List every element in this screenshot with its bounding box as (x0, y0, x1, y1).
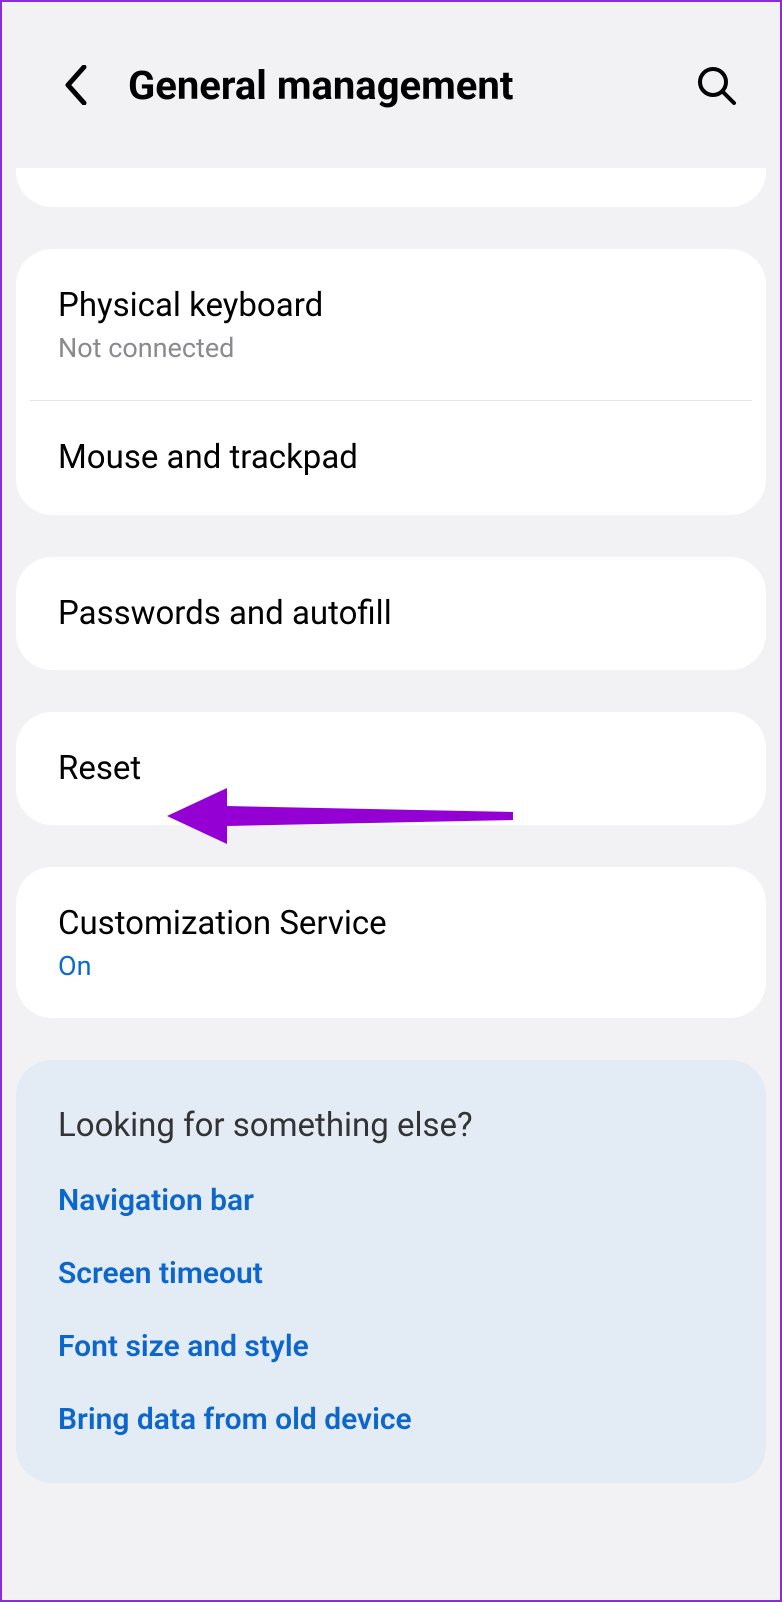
suggestion-link-nav-bar[interactable]: Navigation bar (58, 1183, 724, 1218)
item-subtext: Not connected (58, 332, 724, 364)
item-label: Customization Service (58, 903, 724, 944)
search-icon[interactable] (692, 61, 740, 109)
suggestion-link-font[interactable]: Font size and style (58, 1329, 724, 1364)
item-label: Mouse and trackpad (58, 437, 724, 478)
physical-keyboard-item[interactable]: Physical keyboard Not connected (16, 249, 766, 400)
item-label: Physical keyboard (58, 285, 724, 326)
back-icon[interactable] (52, 61, 100, 109)
settings-card-input: Physical keyboard Not connected Mouse an… (16, 249, 766, 515)
settings-card-customization: Customization Service On (16, 867, 766, 1018)
suggestions-title: Looking for something else? (58, 1106, 724, 1145)
suggestions-card: Looking for something else? Navigation b… (16, 1060, 766, 1483)
settings-card-partial: Keyboard list and default (16, 168, 766, 207)
app-header: General management (2, 2, 780, 168)
settings-card-reset: Reset (16, 712, 766, 825)
mouse-trackpad-item[interactable]: Mouse and trackpad (30, 400, 752, 514)
suggestion-link-bring-data[interactable]: Bring data from old device (58, 1402, 724, 1437)
suggestion-link-screen-timeout[interactable]: Screen timeout (58, 1256, 724, 1291)
keyboard-list-item[interactable]: Keyboard list and default (16, 168, 766, 207)
settings-card-passwords: Passwords and autofill (16, 557, 766, 670)
customization-service-item[interactable]: Customization Service On (16, 867, 766, 1018)
content-scroll[interactable]: Keyboard list and default Physical keybo… (2, 168, 780, 1600)
reset-item[interactable]: Reset (16, 712, 766, 825)
item-subtext: On (58, 950, 724, 982)
passwords-autofill-item[interactable]: Passwords and autofill (16, 557, 766, 670)
item-label: Passwords and autofill (58, 593, 724, 634)
item-label: Reset (58, 748, 724, 789)
page-title: General management (128, 62, 692, 109)
